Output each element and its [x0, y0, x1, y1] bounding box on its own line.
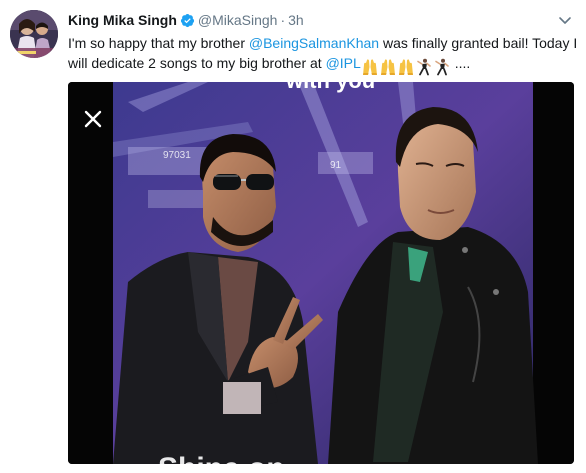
tweet-text-part1: I'm so happy that my brother — [68, 35, 249, 51]
photo-caption-top: with you — [285, 82, 375, 93]
chevron-down-icon[interactable] — [557, 12, 573, 28]
close-icon[interactable] — [80, 106, 106, 132]
tweet: King Mika Singh @MikaSingh · 3h I'm so hap… — [0, 0, 586, 473]
raised-hands-icon — [362, 59, 377, 76]
mention-link-salman[interactable]: @BeingSalmanKhan — [249, 35, 379, 51]
tweet-timestamp[interactable]: 3h — [288, 12, 304, 28]
author-name[interactable]: King Mika Singh — [68, 12, 177, 28]
tweet-media-photo[interactable]: 97031 91 with you — [68, 82, 574, 464]
photo-caption-bottom: Shine on — [158, 452, 285, 464]
raised-hands-icon — [398, 59, 413, 76]
emoji-row — [361, 56, 451, 76]
avatar[interactable] — [10, 10, 58, 58]
mention-link-ipl[interactable]: @IPL — [326, 55, 361, 71]
raised-hands-icon — [380, 59, 395, 76]
dancer-icon — [435, 59, 449, 76]
stage-sign-right: 91 — [330, 160, 342, 171]
tweet-text-end: .... — [454, 55, 471, 71]
header-separator: · — [280, 12, 286, 29]
tweet-text: I'm so happy that my brother @BeingSalma… — [68, 33, 578, 76]
verified-badge-icon — [180, 13, 194, 27]
author-handle[interactable]: @MikaSingh — [198, 12, 278, 28]
tweet-header: King Mika Singh @MikaSingh · 3h — [68, 11, 304, 29]
stage-sign-left: 97031 — [163, 150, 191, 161]
dancer-icon — [417, 59, 431, 76]
photo-illustration: 97031 91 with you — [68, 82, 574, 464]
